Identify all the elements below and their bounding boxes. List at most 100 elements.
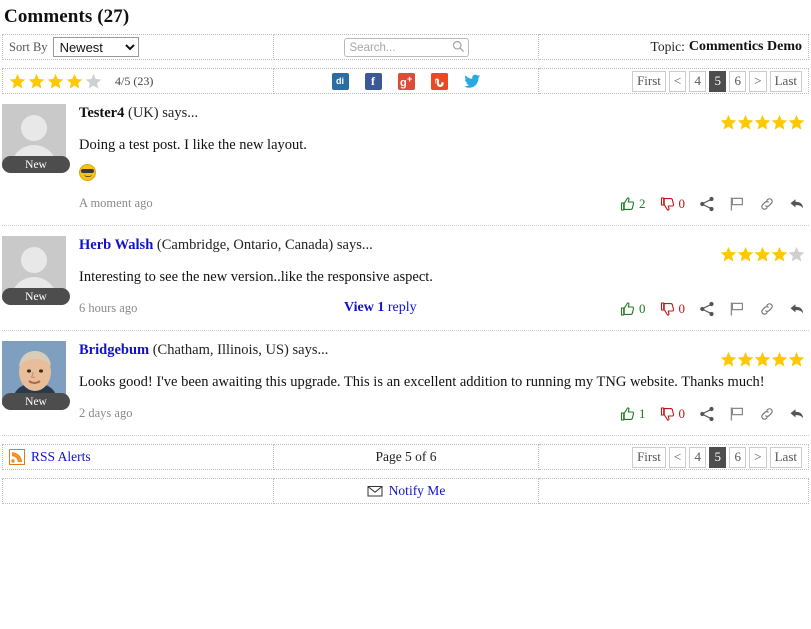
page-number-6-bottom[interactable]: 6 [729,447,746,468]
like-button[interactable]: 1 [620,406,646,422]
search-wrap [344,38,469,57]
share-icon [699,301,715,317]
comment-actions: 00 [620,301,805,317]
share-button[interactable] [699,406,715,422]
thumbs-down-icon [660,301,676,317]
page-first-button-top[interactable]: First [632,71,666,92]
share-button[interactable] [699,196,715,212]
topic-label: Topic: [651,39,685,55]
report-button[interactable] [729,406,745,422]
page-indicator: Page 5 of 6 [375,449,436,465]
page-first-button-bottom[interactable]: First [632,447,666,468]
star-icon [754,351,771,368]
google-plus-icon[interactable]: g+ [398,73,415,90]
like-button[interactable]: 2 [620,196,646,212]
page-next-button-bottom[interactable]: > [749,447,766,468]
page-number-6-top[interactable]: 6 [729,71,746,92]
page-number-4-top[interactable]: 4 [689,71,706,92]
link-icon [759,301,775,317]
comment-timestamp: 2 days ago [79,406,132,421]
page-prev-button-top[interactable]: < [669,71,686,92]
notify-left-spacer [2,478,274,504]
comment-timestamp: 6 hours ago [79,301,137,316]
rss-alerts-link[interactable]: RSS Alerts [9,449,91,465]
permalink-button[interactable] [759,406,775,422]
rss-icon [9,449,25,465]
flag-icon [729,406,745,422]
comment-rating-stars [720,114,805,136]
share-button[interactable] [699,301,715,317]
average-rating-stars [9,73,102,90]
envelope-icon [367,483,383,499]
notify-right-spacer [539,478,809,504]
like-count: 0 [639,301,646,317]
comment-timestamp: A moment ago [79,196,153,211]
thumbs-down-icon [660,406,676,422]
permalink-button[interactable] [759,301,775,317]
notify-me-link[interactable]: Notify Me [367,483,446,499]
star-icon [737,351,754,368]
notify-cell: Notify Me [274,478,539,504]
view-replies-link[interactable]: View 1 reply [344,300,417,316]
star-icon [737,246,754,263]
digg-icon[interactable]: di [332,73,349,90]
bottom-pagination-cell: First<456>Last [539,444,809,470]
reply-button[interactable] [789,406,805,422]
like-button[interactable]: 0 [620,301,646,317]
link-icon [759,196,775,212]
thumbs-up-icon [620,301,636,317]
comment-item: NewTester4 (UK) says...Doing a test post… [2,94,809,213]
comment-location: (Chatham, Illinois, US) [153,342,289,358]
report-button[interactable] [729,196,745,212]
rss-cell: RSS Alerts [2,444,274,470]
comment-text: Looks good! I've been awaiting this upgr… [79,373,809,392]
comment-inner: NewHerb Walsh (Cambridge, Ontario, Canad… [2,236,809,318]
permalink-button[interactable] [759,196,775,212]
page-number-4-bottom[interactable]: 4 [689,447,706,468]
page-number-5-bottom[interactable]: 5 [709,447,726,468]
sort-select[interactable]: NewestOldestTop Rated [53,37,139,57]
page-title: Comments (27) [0,0,811,30]
reply-button[interactable] [789,196,805,212]
topic-cell: Topic: Commentics Demo [539,34,809,60]
reply-arrow-icon [789,196,805,212]
comment-author[interactable]: Bridgebum [79,342,149,358]
star-icon [9,73,26,90]
comment-says: says... [337,237,373,253]
comment-author[interactable]: Herb Walsh [79,237,153,253]
avatar-column: New [2,341,66,423]
page-number-5-top[interactable]: 5 [709,71,726,92]
avatar-head [21,247,47,273]
report-button[interactable] [729,301,745,317]
dislike-button[interactable]: 0 [660,301,686,317]
comment-header: Herb Walsh (Cambridge, Ontario, Canada) … [79,236,809,255]
svg-text:+: + [407,74,412,84]
star-icon [788,114,805,131]
comment-emoticon-row [79,164,809,182]
dislike-count: 0 [679,196,686,212]
star-icon [720,351,737,368]
star-icon [771,351,788,368]
twitter-icon[interactable] [464,73,481,90]
dislike-button[interactable]: 0 [660,196,686,212]
search-input[interactable] [344,38,469,57]
reply-button[interactable] [789,301,805,317]
topic-value: Commentics Demo [689,39,802,55]
search-cell [274,34,539,60]
page-prev-button-bottom[interactable]: < [669,447,686,468]
facebook-icon[interactable]: f [365,73,382,90]
stumbleupon-icon[interactable] [431,73,448,90]
star-icon [66,73,83,90]
page-last-button-top[interactable]: Last [770,71,802,92]
page-next-button-top[interactable]: > [749,71,766,92]
comment-author: Tester4 [79,105,124,121]
dislike-count: 0 [679,301,686,317]
comment-says: says... [292,342,328,358]
notify-row: Notify Me [2,478,809,504]
comment-rating-stars [720,351,805,373]
comments-page: Comments (27) Sort By NewestOldestTop Ra… [0,0,811,629]
thumbs-up-icon [620,196,636,212]
dislike-button[interactable]: 0 [660,406,686,422]
comment-header: Bridgebum (Chatham, Illinois, US) says..… [79,341,809,360]
page-last-button-bottom[interactable]: Last [770,447,802,468]
